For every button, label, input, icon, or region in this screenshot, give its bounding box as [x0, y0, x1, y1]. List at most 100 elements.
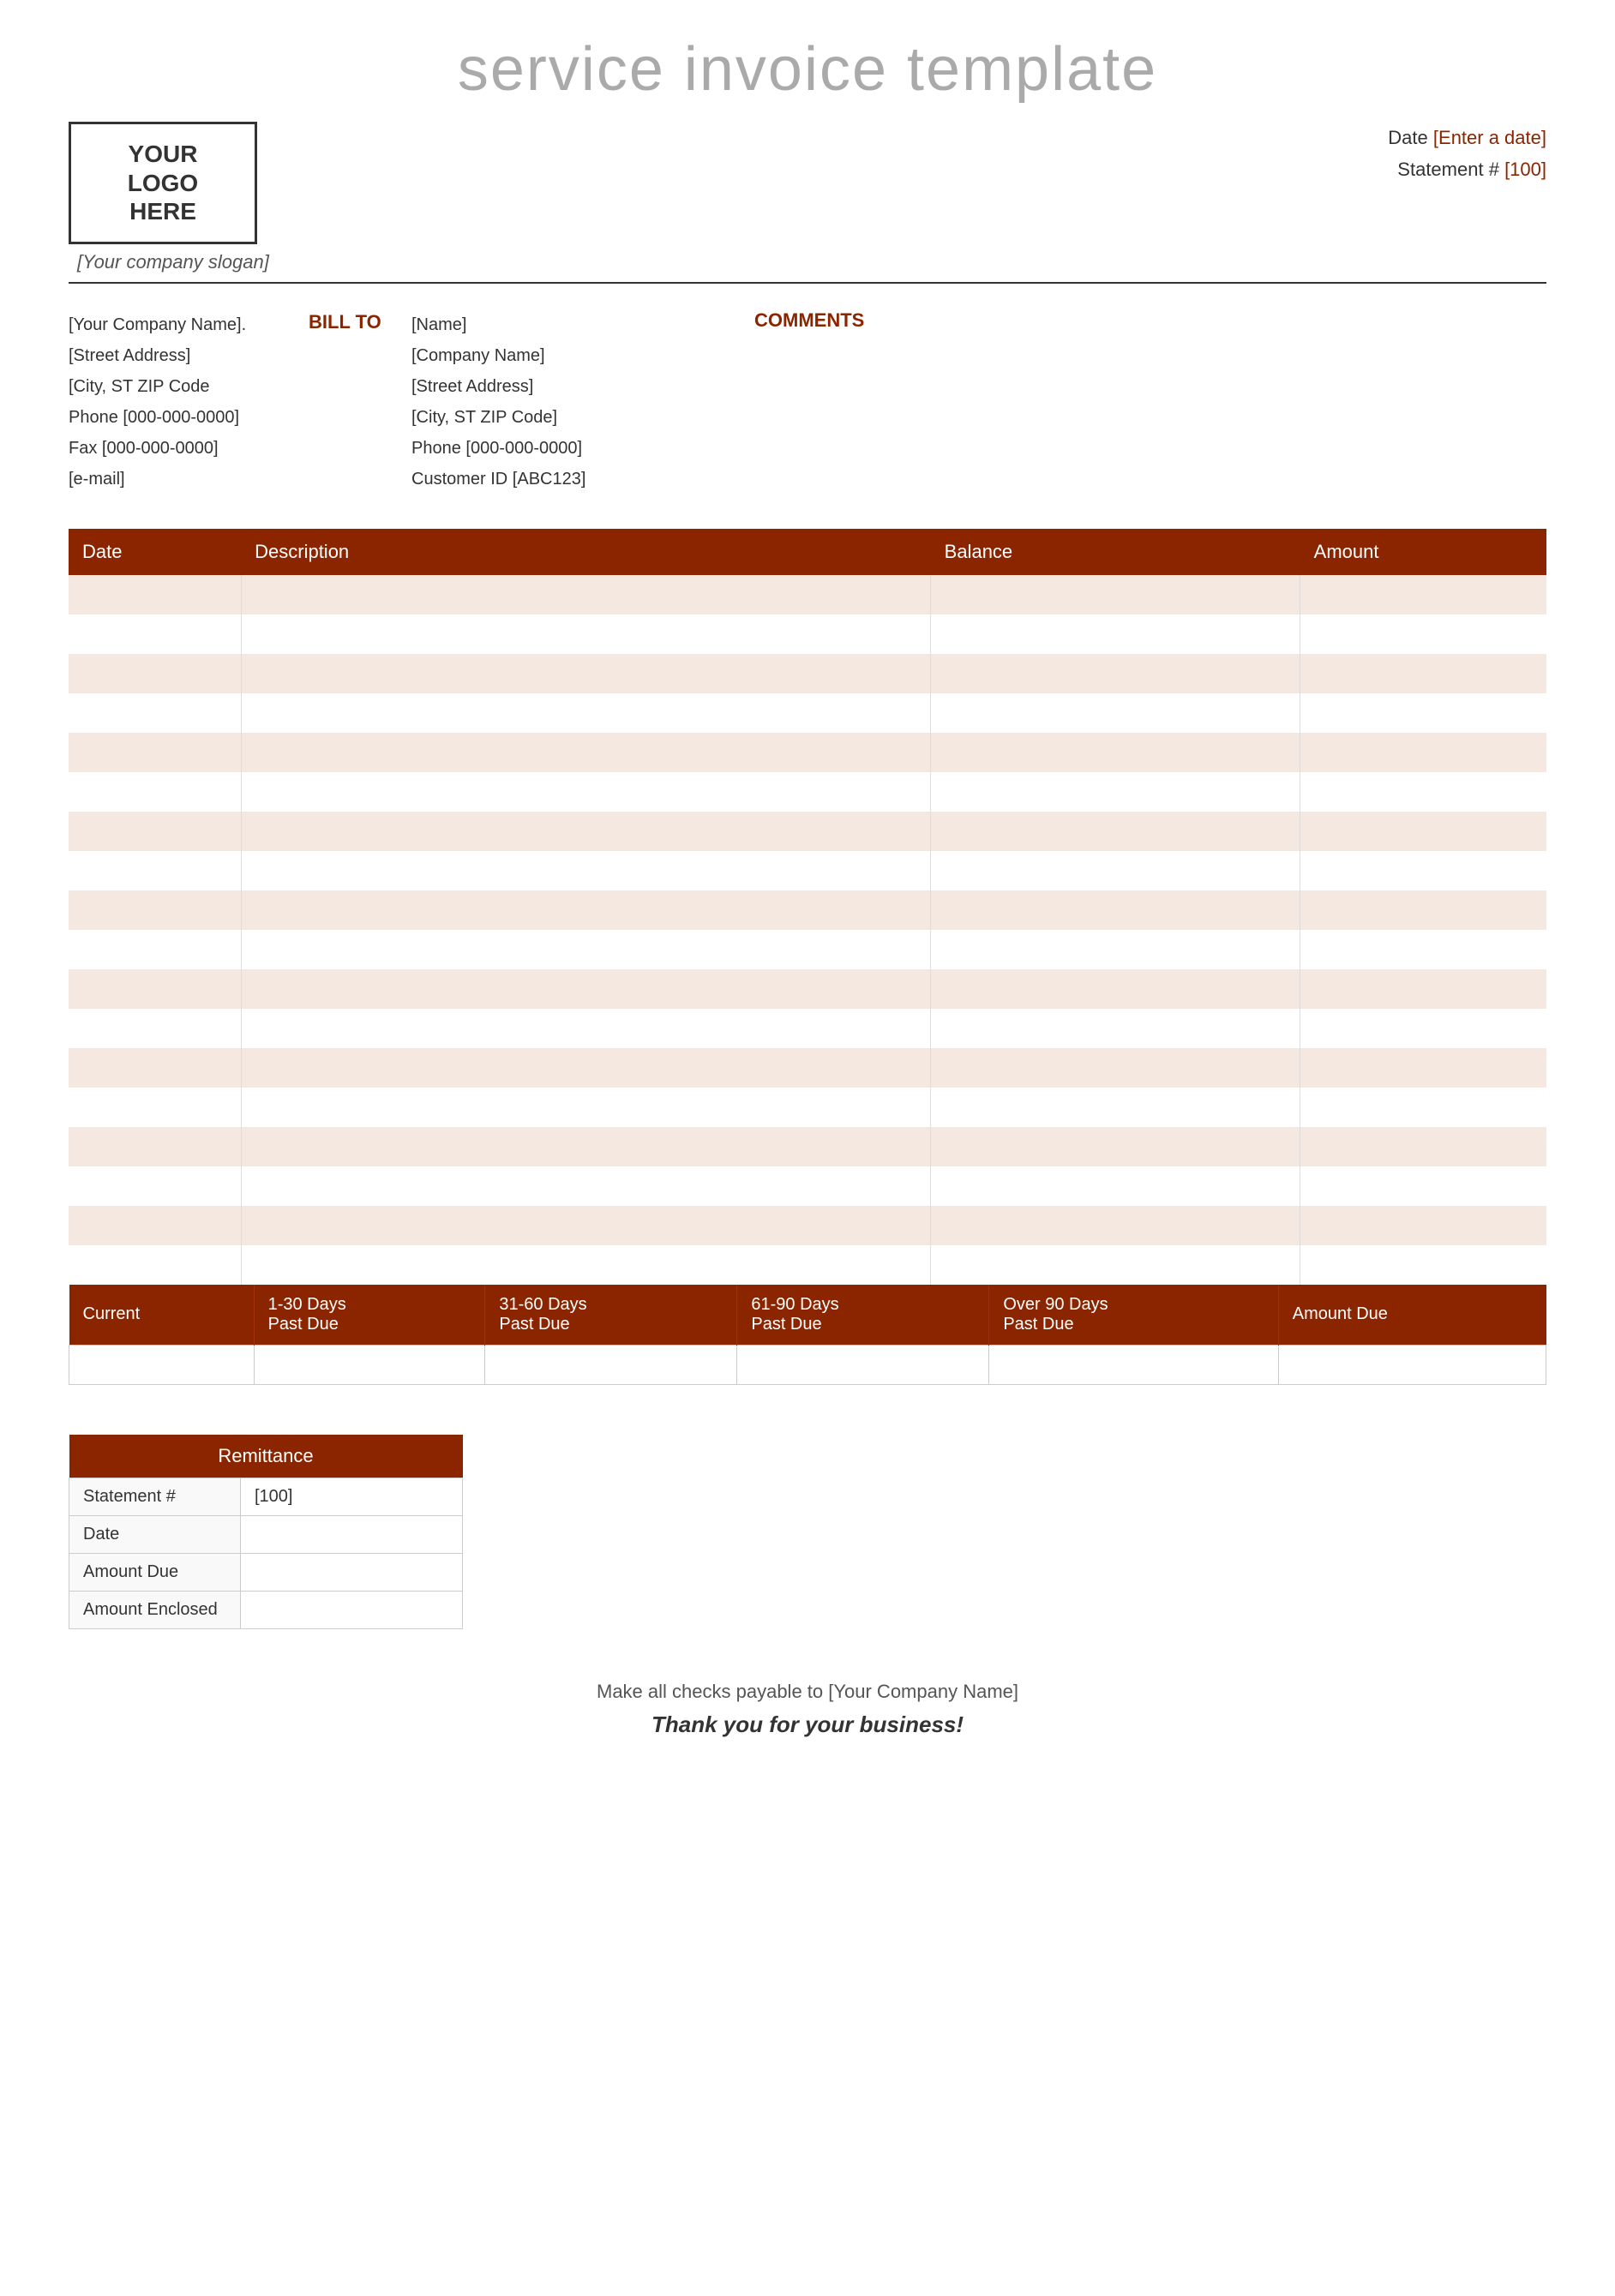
table-row [69, 1206, 1546, 1245]
remit-label-3: Amount Enclosed [69, 1591, 241, 1628]
cell-date [69, 1206, 241, 1245]
cell-description [241, 575, 931, 614]
cell-amount [1300, 851, 1546, 890]
cell-date [69, 1009, 241, 1048]
table-row [69, 1088, 1546, 1127]
cell-balance [931, 1048, 1300, 1088]
footer-checks-text: Make all checks payable to [Your Company… [69, 1681, 1546, 1703]
31-60-value [485, 1345, 737, 1384]
col-header-61-90: 61-90 DaysPast Due [737, 1285, 989, 1346]
cell-balance [931, 1166, 1300, 1206]
table-row [69, 772, 1546, 812]
remittance-row: Amount Enclosed [69, 1591, 463, 1628]
cell-description [241, 772, 931, 812]
cell-date [69, 575, 241, 614]
cell-amount [1300, 1206, 1546, 1245]
table-row [69, 1127, 1546, 1166]
cell-balance [931, 693, 1300, 733]
col-header-description: Description [241, 529, 931, 575]
cell-date [69, 654, 241, 693]
page-footer: Make all checks payable to [Your Company… [69, 1681, 1546, 1738]
cell-date [69, 1088, 241, 1127]
cell-description [241, 1245, 931, 1285]
cell-date [69, 1127, 241, 1166]
col-header-balance: Balance [931, 529, 1300, 575]
cell-amount [1300, 614, 1546, 654]
remittance-header: Remittance [69, 1435, 463, 1478]
recipient-info: [Name] [Company Name] [Street Address] [… [411, 309, 720, 495]
cell-date [69, 772, 241, 812]
over-90-value [989, 1345, 1278, 1384]
recipient-line-4: [City, ST ZIP Code] [411, 402, 720, 433]
logo-area: YOUR LOGO HERE [Your company slogan] [69, 122, 269, 273]
cell-balance [931, 1009, 1300, 1048]
recipient-line-5: Phone [000-000-0000] [411, 433, 720, 464]
amount-due-value [1278, 1345, 1546, 1384]
cell-balance [931, 969, 1300, 1009]
table-row [69, 1166, 1546, 1206]
remittance-row: Date [69, 1515, 463, 1553]
cell-amount [1300, 575, 1546, 614]
cell-description [241, 614, 931, 654]
cell-amount [1300, 733, 1546, 772]
sender-line-3: [City, ST ZIP Code [69, 371, 309, 402]
table-row [69, 851, 1546, 890]
cell-balance [931, 812, 1300, 851]
cell-date [69, 851, 241, 890]
cell-balance [931, 733, 1300, 772]
remittance-row: Amount Due [69, 1553, 463, 1591]
table-row [69, 575, 1546, 614]
table-row [69, 1245, 1546, 1285]
table-row [69, 812, 1546, 851]
logo-box: YOUR LOGO HERE [69, 122, 257, 244]
cell-description [241, 1088, 931, 1127]
header-divider [69, 282, 1546, 284]
table-row [69, 890, 1546, 930]
cell-amount [1300, 772, 1546, 812]
cell-date [69, 890, 241, 930]
table-row [69, 1048, 1546, 1088]
sender-line-6: [e-mail] [69, 464, 309, 495]
main-table: Date Description Balance Amount [69, 529, 1546, 1285]
table-row [69, 1009, 1546, 1048]
cell-description [241, 1048, 931, 1088]
cell-date [69, 812, 241, 851]
table-row [69, 693, 1546, 733]
cell-balance [931, 575, 1300, 614]
cell-description [241, 1009, 931, 1048]
footer-thanks-text: Thank you for your business! [69, 1712, 1546, 1738]
cell-description [241, 851, 931, 890]
bill-to-label: BILL TO [309, 309, 411, 495]
comments-label: COMMENTS [754, 309, 1546, 332]
cell-balance [931, 772, 1300, 812]
cell-amount [1300, 969, 1546, 1009]
col-header-amount-due: Amount Due [1278, 1285, 1546, 1346]
cell-balance [931, 890, 1300, 930]
cell-balance [931, 1127, 1300, 1166]
header-row: YOUR LOGO HERE [Your company slogan] Dat… [69, 122, 1546, 273]
date-line: Date [Enter a date] [1388, 122, 1546, 153]
cell-balance [931, 1088, 1300, 1127]
1-30-value [254, 1345, 485, 1384]
page-title: service invoice template [69, 34, 1546, 105]
remit-value-0: [100] [241, 1478, 463, 1515]
cell-amount [1300, 890, 1546, 930]
statement-line: Statement # [100] [1388, 153, 1546, 185]
cell-date [69, 1245, 241, 1285]
footer-data-row [69, 1345, 1546, 1384]
cell-balance [931, 614, 1300, 654]
cell-amount [1300, 812, 1546, 851]
cell-date [69, 1048, 241, 1088]
remit-label-0: Statement # [69, 1478, 241, 1515]
sender-line-2: [Street Address] [69, 340, 309, 371]
cell-description [241, 654, 931, 693]
cell-description [241, 1127, 931, 1166]
remit-value-3 [241, 1591, 463, 1628]
col-header-date: Date [69, 529, 241, 575]
footer-summary-table: Current 1-30 DaysPast Due 31-60 DaysPast… [69, 1285, 1546, 1385]
table-row [69, 969, 1546, 1009]
col-header-amount: Amount [1300, 529, 1546, 575]
cell-description [241, 733, 931, 772]
61-90-value [737, 1345, 989, 1384]
recipient-line-3: [Street Address] [411, 371, 720, 402]
